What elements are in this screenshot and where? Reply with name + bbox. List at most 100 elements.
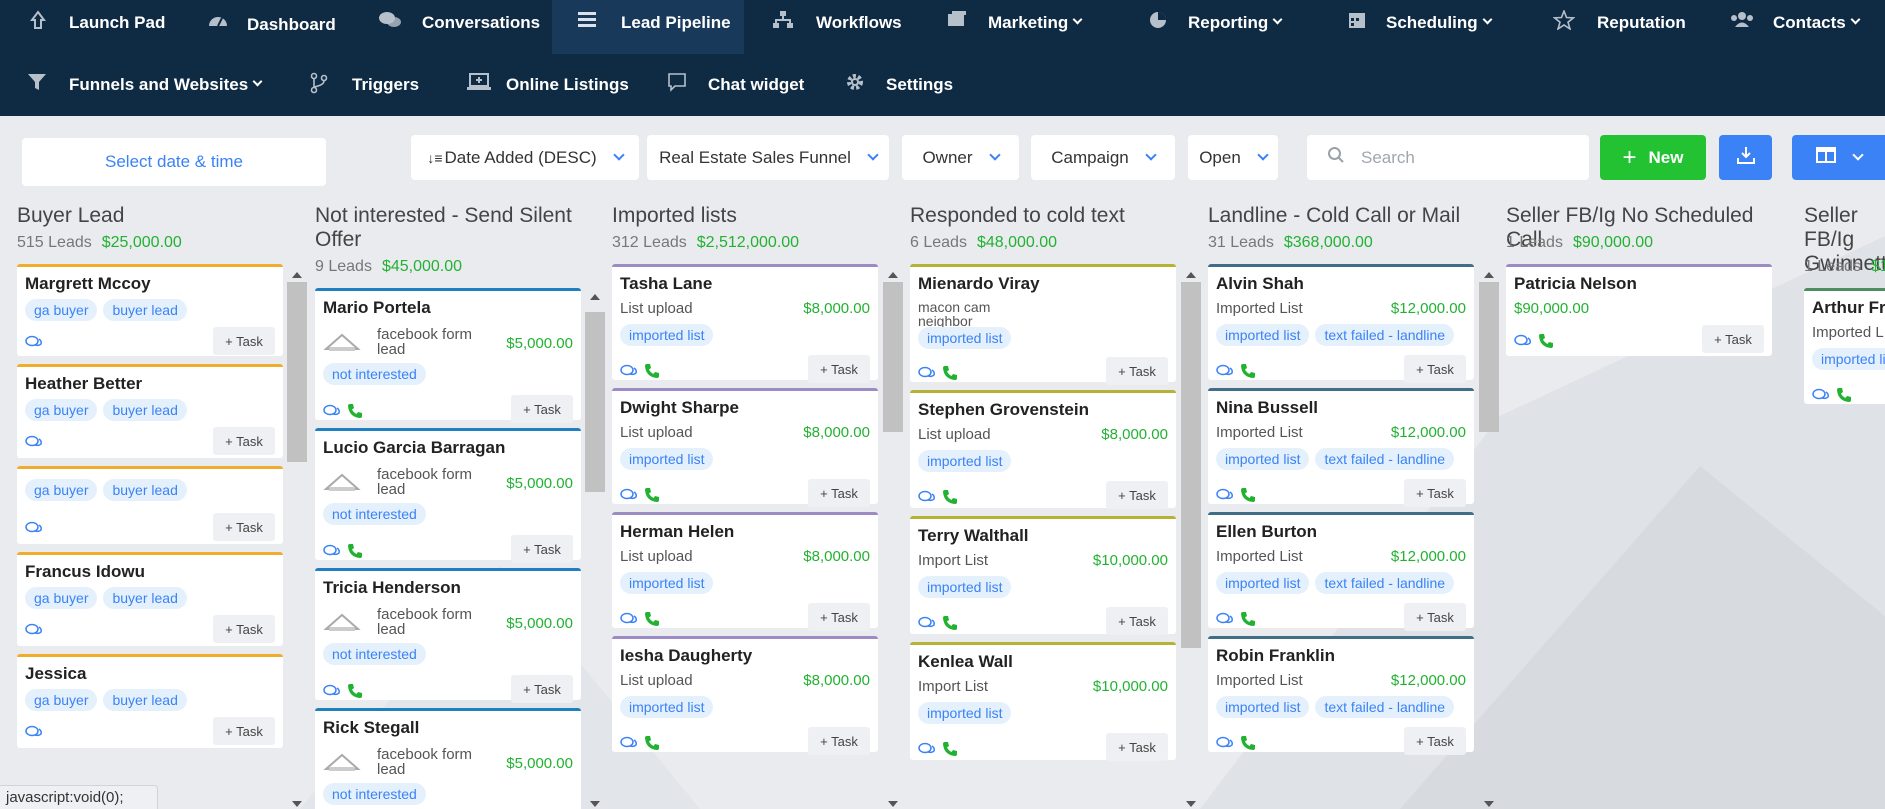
lead-name[interactable]: Francus Idowu [25,562,145,582]
campaign-dropdown[interactable]: Campaign [1031,135,1175,180]
add-task-button[interactable]: + Task [511,395,573,423]
scroll-up-arrow[interactable] [888,272,898,278]
phone-icon[interactable] [347,683,363,704]
tag-chip[interactable]: text failed - landline [1315,448,1455,470]
scroll-down-arrow[interactable] [292,801,302,807]
nav-reporting[interactable]: Reporting [1140,0,1290,54]
lead-card[interactable]: Robin Franklin Imported List $12,000.00 imp… [1208,636,1474,755]
column-scrollbar[interactable] [585,292,605,809]
nav-launch-pad[interactable]: Launch Pad [0,0,180,54]
lead-card[interactable]: Nina Bussell Imported List $12,000.00 impor… [1208,388,1474,507]
nav-settings[interactable]: Settings [840,62,980,116]
chat-icon[interactable] [620,488,638,507]
lead-name[interactable]: Stephen Grovenstein [918,400,1089,420]
chat-icon[interactable] [1216,736,1234,755]
tag-chip[interactable]: ga buyer [25,299,98,321]
add-task-button[interactable]: + Task [1404,355,1466,383]
lead-name[interactable]: Nina Bussell [1216,398,1318,418]
lead-card[interactable]: Arthur Fre Imported L imported li [1804,288,1885,404]
lead-name[interactable]: Lucio Garcia Barragan [323,438,505,458]
lead-name[interactable]: Ellen Burton [1216,522,1317,542]
chat-icon[interactable] [1514,334,1532,353]
column-scrollbar[interactable] [287,270,307,809]
nav-scheduling[interactable]: Scheduling [1340,0,1500,54]
nav-chat-widget[interactable]: Chat widget [660,62,820,116]
chat-icon[interactable] [620,736,638,755]
scroll-down-arrow[interactable] [888,801,898,807]
chat-icon[interactable] [620,612,638,631]
chat-icon[interactable] [1216,364,1234,383]
phone-icon[interactable] [1836,387,1852,408]
lead-card[interactable]: Ellen Burton Imported List $12,000.00 impor… [1208,512,1474,631]
tag-chip[interactable]: buyer lead [103,479,187,501]
tag-chip[interactable]: imported list [1216,572,1310,594]
lead-card[interactable]: Margrett Mccoy ga buyer buyer lead + Task [17,264,283,356]
add-task-button[interactable]: + Task [1702,325,1764,353]
scroll-down-arrow[interactable] [1186,801,1196,807]
phone-icon[interactable] [644,363,660,384]
sort-dropdown[interactable]: ↓≡ Date Added (DESC) [411,135,639,180]
phone-icon[interactable] [644,487,660,508]
scroll-down-arrow[interactable] [1484,801,1494,807]
chat-icon[interactable] [25,435,43,454]
search-input[interactable] [1361,147,1561,168]
column-scrollbar[interactable] [883,270,903,809]
download-button[interactable] [1719,135,1772,180]
lead-name[interactable]: Arthur Fre [1812,298,1885,318]
tag-chip[interactable]: buyer lead [103,299,187,321]
chat-icon[interactable] [1216,488,1234,507]
add-task-button[interactable]: + Task [808,479,870,507]
column-scrollbar[interactable] [1479,270,1499,809]
tag-chip[interactable]: not interested [323,783,426,805]
tag-chip[interactable]: imported list [620,324,714,346]
lead-name[interactable]: Heather Better [25,374,142,394]
lead-card[interactable]: Tricia Henderson facebook form lead $5,000… [315,568,581,703]
add-task-button[interactable]: + Task [511,535,573,563]
add-task-button[interactable]: + Task [1106,733,1168,761]
scroll-up-arrow[interactable] [1186,272,1196,278]
view-toggle-button[interactable] [1792,135,1885,180]
lead-card[interactable]: Stephen Grovenstein List upload $8,000.00 i… [910,390,1176,510]
status-dropdown[interactable]: Open [1188,135,1278,180]
lead-card[interactable]: Mario Portela facebook form lead $5,000.00… [315,288,581,423]
phone-icon[interactable] [1240,363,1256,384]
add-task-button[interactable]: + Task [1106,607,1168,635]
add-task-button[interactable]: + Task [1404,603,1466,631]
scroll-down-arrow[interactable] [590,801,600,807]
nav-conversations[interactable]: Conversations [360,0,540,54]
nav-contacts[interactable]: Contacts [1725,0,1885,54]
nav-funnels-websites[interactable]: Funnels and Websites [0,62,263,116]
tag-chip[interactable]: imported list [1216,696,1310,718]
phone-icon[interactable] [1240,611,1256,632]
scroll-up-arrow[interactable] [1484,272,1494,278]
lead-name[interactable]: Iesha Daugherty [620,646,752,666]
lead-name[interactable]: Mario Portela [323,298,431,318]
scroll-thumb[interactable] [585,312,605,492]
add-task-button[interactable]: + Task [213,717,275,745]
lead-name[interactable]: Kenlea Wall [918,652,1013,672]
owner-dropdown[interactable]: Owner [902,135,1019,180]
tag-chip[interactable]: ga buyer [25,479,98,501]
lead-card[interactable]: Herman Helen List upload $8,000.00 imported… [612,512,878,631]
chat-icon[interactable] [918,742,936,761]
phone-icon[interactable] [942,489,958,510]
scroll-up-arrow[interactable] [292,272,302,278]
add-task-button[interactable]: + Task [213,513,275,541]
tag-chip[interactable]: imported list [620,448,714,470]
tag-chip[interactable]: ga buyer [25,399,98,421]
tag-chip[interactable]: text failed - landline [1315,696,1455,718]
phone-icon[interactable] [644,611,660,632]
phone-icon[interactable] [1240,487,1256,508]
scroll-up-arrow[interactable] [590,294,600,300]
add-task-button[interactable]: + Task [1404,727,1466,755]
chat-icon[interactable] [25,335,43,354]
nav-lead-pipeline[interactable]: Lead Pipeline [552,0,744,54]
lead-card[interactable]: Iesha Daugherty List upload $8,000.00 impor… [612,636,878,755]
add-task-button[interactable]: + Task [808,603,870,631]
chat-icon[interactable] [620,364,638,383]
lead-card[interactable]: Rick Stegall facebook form lead $5,000.00 n… [315,708,581,809]
scroll-thumb[interactable] [883,282,903,432]
nav-marketing[interactable]: Marketing [940,0,1090,54]
tag-chip[interactable]: imported list [620,696,714,718]
tag-chip[interactable]: buyer lead [103,399,187,421]
